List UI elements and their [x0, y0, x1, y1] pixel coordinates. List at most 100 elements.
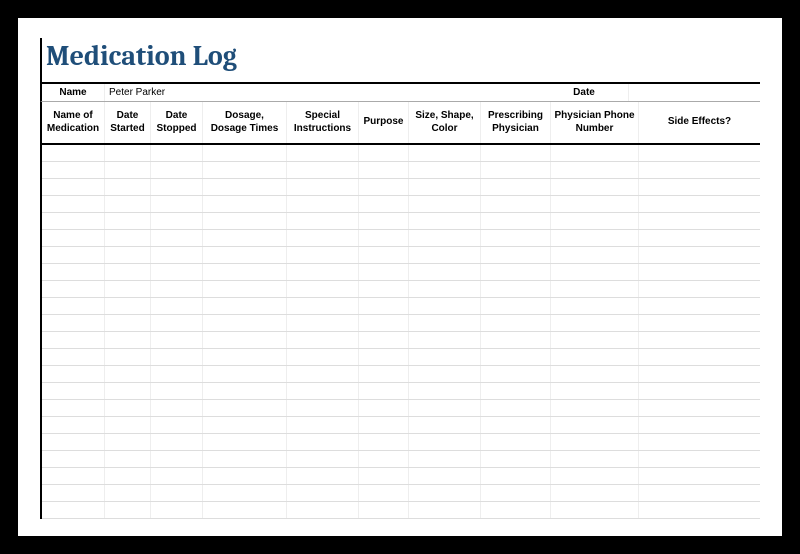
table-cell[interactable]: [359, 213, 409, 229]
table-cell[interactable]: [481, 349, 551, 365]
table-cell[interactable]: [359, 264, 409, 280]
table-cell[interactable]: [203, 485, 287, 501]
table-cell[interactable]: [639, 451, 760, 467]
table-cell[interactable]: [409, 247, 481, 263]
table-cell[interactable]: [42, 502, 105, 518]
table-cell[interactable]: [551, 434, 639, 450]
table-cell[interactable]: [42, 434, 105, 450]
table-cell[interactable]: [359, 451, 409, 467]
table-cell[interactable]: [639, 247, 760, 263]
table-cell[interactable]: [151, 502, 203, 518]
table-cell[interactable]: [203, 451, 287, 467]
table-cell[interactable]: [481, 213, 551, 229]
table-cell[interactable]: [639, 383, 760, 399]
table-cell[interactable]: [287, 468, 359, 484]
table-cell[interactable]: [409, 145, 481, 161]
table-cell[interactable]: [481, 451, 551, 467]
table-cell[interactable]: [151, 400, 203, 416]
table-cell[interactable]: [42, 400, 105, 416]
table-cell[interactable]: [287, 366, 359, 382]
table-cell[interactable]: [203, 349, 287, 365]
table-cell[interactable]: [639, 179, 760, 195]
table-cell[interactable]: [105, 315, 151, 331]
table-cell[interactable]: [481, 366, 551, 382]
table-cell[interactable]: [481, 298, 551, 314]
table-cell[interactable]: [409, 383, 481, 399]
table-cell[interactable]: [151, 434, 203, 450]
table-cell[interactable]: [409, 434, 481, 450]
table-cell[interactable]: [151, 315, 203, 331]
table-cell[interactable]: [151, 247, 203, 263]
table-cell[interactable]: [203, 366, 287, 382]
table-cell[interactable]: [151, 417, 203, 433]
table-cell[interactable]: [359, 196, 409, 212]
table-cell[interactable]: [359, 349, 409, 365]
table-cell[interactable]: [287, 485, 359, 501]
table-cell[interactable]: [42, 485, 105, 501]
table-cell[interactable]: [639, 298, 760, 314]
table-cell[interactable]: [105, 264, 151, 280]
table-cell[interactable]: [359, 400, 409, 416]
table-cell[interactable]: [551, 145, 639, 161]
table-cell[interactable]: [151, 179, 203, 195]
table-cell[interactable]: [42, 298, 105, 314]
table-cell[interactable]: [359, 179, 409, 195]
table-cell[interactable]: [551, 315, 639, 331]
table-cell[interactable]: [639, 196, 760, 212]
table-cell[interactable]: [639, 213, 760, 229]
table-cell[interactable]: [151, 366, 203, 382]
table-cell[interactable]: [42, 366, 105, 382]
table-cell[interactable]: [481, 315, 551, 331]
table-cell[interactable]: [551, 230, 639, 246]
table-cell[interactable]: [481, 485, 551, 501]
table-cell[interactable]: [151, 468, 203, 484]
table-cell[interactable]: [639, 468, 760, 484]
table-cell[interactable]: [551, 400, 639, 416]
table-cell[interactable]: [639, 281, 760, 297]
table-cell[interactable]: [105, 400, 151, 416]
table-cell[interactable]: [481, 264, 551, 280]
table-cell[interactable]: [151, 281, 203, 297]
table-cell[interactable]: [481, 162, 551, 178]
table-cell[interactable]: [42, 264, 105, 280]
table-cell[interactable]: [203, 247, 287, 263]
table-cell[interactable]: [481, 332, 551, 348]
table-cell[interactable]: [42, 349, 105, 365]
table-cell[interactable]: [409, 196, 481, 212]
table-cell[interactable]: [359, 332, 409, 348]
table-cell[interactable]: [203, 332, 287, 348]
table-cell[interactable]: [105, 196, 151, 212]
table-cell[interactable]: [287, 417, 359, 433]
table-cell[interactable]: [551, 451, 639, 467]
table-cell[interactable]: [287, 281, 359, 297]
table-cell[interactable]: [42, 213, 105, 229]
table-cell[interactable]: [105, 434, 151, 450]
table-cell[interactable]: [551, 468, 639, 484]
table-cell[interactable]: [639, 349, 760, 365]
table-cell[interactable]: [481, 383, 551, 399]
table-cell[interactable]: [287, 502, 359, 518]
table-cell[interactable]: [151, 145, 203, 161]
table-cell[interactable]: [151, 213, 203, 229]
table-cell[interactable]: [105, 451, 151, 467]
table-cell[interactable]: [105, 213, 151, 229]
table-cell[interactable]: [203, 315, 287, 331]
table-cell[interactable]: [551, 162, 639, 178]
table-cell[interactable]: [551, 213, 639, 229]
table-cell[interactable]: [203, 230, 287, 246]
table-cell[interactable]: [287, 434, 359, 450]
table-cell[interactable]: [409, 264, 481, 280]
table-cell[interactable]: [551, 485, 639, 501]
table-cell[interactable]: [551, 298, 639, 314]
table-cell[interactable]: [203, 213, 287, 229]
table-cell[interactable]: [551, 366, 639, 382]
table-cell[interactable]: [409, 230, 481, 246]
table-cell[interactable]: [639, 264, 760, 280]
table-cell[interactable]: [287, 315, 359, 331]
table-cell[interactable]: [42, 281, 105, 297]
table-cell[interactable]: [481, 400, 551, 416]
table-cell[interactable]: [551, 281, 639, 297]
table-cell[interactable]: [151, 264, 203, 280]
table-cell[interactable]: [481, 502, 551, 518]
table-cell[interactable]: [203, 196, 287, 212]
